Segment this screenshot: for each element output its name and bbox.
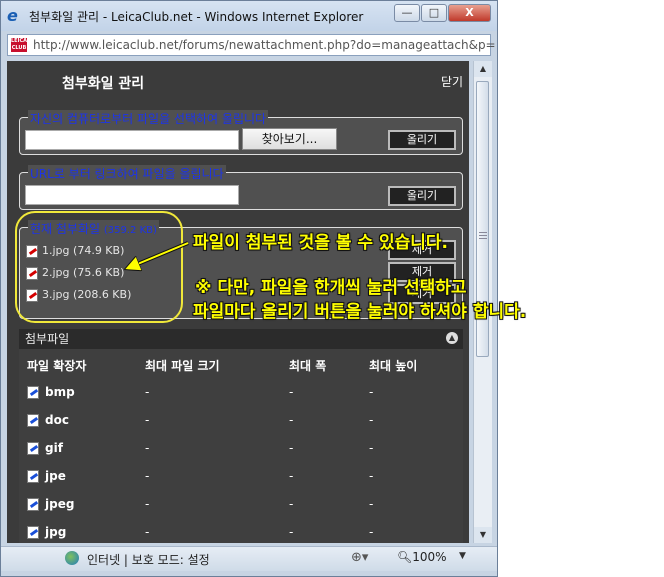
max-width-cell: - [289, 469, 294, 483]
max-size-cell: - [145, 385, 150, 399]
max-size-cell: - [145, 525, 150, 539]
jpe-file-icon [27, 470, 39, 483]
scroll-down-arrow-icon[interactable]: ▼ [474, 527, 492, 543]
leica-club-icon: LEICA CLUB [11, 38, 28, 52]
max-size-cell: - [145, 497, 150, 511]
max-width-cell: - [289, 385, 294, 399]
extension-cell: gif [27, 441, 63, 455]
max-width-cell: - [289, 497, 294, 511]
upload-computer-panel: 자신의 컴퓨터로부터 파일을 선택하여 올립니다 찾아보기... 올리기 [19, 110, 463, 155]
max-size-cell: - [145, 469, 150, 483]
extension-cell: jpeg [27, 497, 74, 511]
close-link[interactable]: 닫기 [441, 73, 463, 90]
annotation-line-2: ※ 다만, 파일을 한개씩 눌러 선택하고 [195, 278, 467, 298]
column-header: 파일 확장자 [27, 359, 87, 373]
globe-icon [65, 551, 79, 565]
doc-file-icon [27, 414, 39, 427]
protected-mode-icon[interactable]: ⊕▾ [351, 550, 368, 565]
upload-url-button[interactable]: 올리기 [388, 186, 456, 206]
gif-file-icon [27, 442, 39, 455]
max-size-cell: - [145, 413, 150, 427]
window-title: 첨부화일 관리 - LeicaClub.net - Windows Intern… [29, 10, 364, 24]
zoom-control[interactable]: 🔍︎100% [397, 550, 447, 564]
url-input[interactable] [25, 185, 239, 205]
annotation-line-3: 파일마다 올리기 버튼을 눌러야 하셔야 합니다. [193, 302, 527, 322]
max-height-cell: - [369, 441, 374, 455]
grip-icon [479, 232, 487, 233]
max-width-cell: - [289, 525, 294, 539]
upload-file-button[interactable]: 올리기 [388, 130, 456, 150]
extension-cell: bmp [27, 385, 75, 399]
collapse-icon[interactable]: ▲ [446, 332, 458, 344]
bmp-file-icon [27, 386, 39, 399]
address-bar[interactable]: LEICA CLUB http://www.leicaclub.net/forum… [7, 34, 496, 56]
max-height-cell: - [369, 413, 374, 427]
column-header: 최대 높이 [369, 359, 418, 373]
minimize-button[interactable]: — [394, 4, 420, 22]
max-height-cell: - [369, 469, 374, 483]
status-bar: 인터넷 | 보호 모드: 설정 ⊕▾ 🔍︎100% ▼ [1, 546, 497, 571]
max-width-cell: - [289, 413, 294, 427]
max-height-cell: - [369, 497, 374, 511]
annotation-line-1: 파일이 첨부된 것을 볼 수 있습니다. [193, 233, 449, 253]
jpg-file-icon [27, 526, 39, 539]
restore-button[interactable]: □ [421, 4, 447, 22]
max-width-cell: - [289, 441, 294, 455]
zoom-dropdown-icon[interactable]: ▼ [459, 551, 466, 561]
upload-computer-legend: 자신의 컴퓨터로부터 파일을 선택하여 올립니다 [28, 110, 269, 127]
security-zone: 인터넷 | 보호 모드: 설정 [87, 553, 210, 567]
max-size-cell: - [145, 441, 150, 455]
zoom-icon: 🔍︎ [397, 550, 413, 564]
ie-logo-icon: e [7, 6, 18, 25]
extension-cell: jpg [27, 525, 66, 539]
extension-cell: jpe [27, 469, 66, 483]
close-window-button[interactable]: X [448, 4, 491, 22]
zoom-level: 100% [412, 550, 447, 564]
upload-url-panel: URL로 부터 링크하여 파일을 올립니다 올리기 [19, 165, 463, 210]
title-bar: e 첨부화일 관리 - LeicaClub.net - Windows Inte… [1, 1, 497, 31]
scroll-up-arrow-icon[interactable]: ▲ [474, 61, 492, 77]
file-path-input[interactable] [25, 130, 239, 150]
max-height-cell: - [369, 525, 374, 539]
column-header: 최대 파일 크기 [145, 359, 220, 373]
attachment-types-title: 첨부파일 [25, 332, 70, 346]
upload-url-legend: URL로 부터 링크하여 파일을 올립니다 [28, 165, 226, 182]
attachment-types-header: 첨부파일 ▲ [19, 329, 463, 349]
extension-cell: doc [27, 413, 69, 427]
callout-ellipse [15, 211, 183, 323]
page-title: 첨부화일 관리 [62, 76, 145, 92]
jpeg-file-icon [27, 498, 39, 511]
max-height-cell: - [369, 385, 374, 399]
browse-button[interactable]: 찾아보기... [242, 128, 337, 150]
attachment-types-table: 파일 확장자 최대 파일 크기 최대 폭 최대 높이 bmp - - - doc… [19, 349, 463, 543]
url-text[interactable]: http://www.leicaclub.net/forums/newattac… [33, 38, 496, 52]
column-header: 최대 폭 [289, 359, 327, 373]
